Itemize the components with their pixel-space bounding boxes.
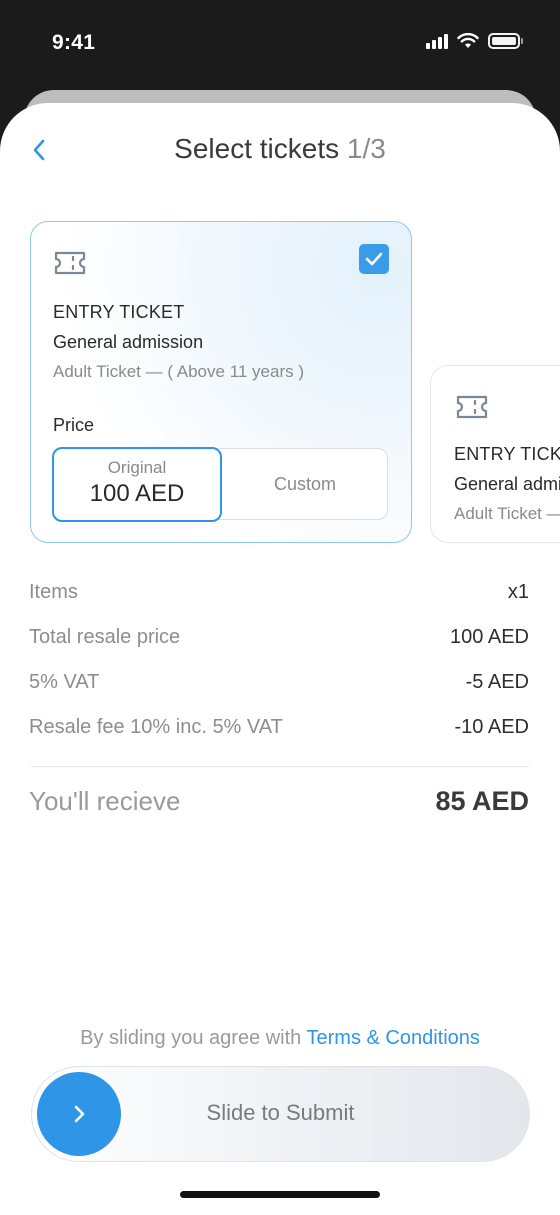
agreement-text: By sliding you agree with Terms & Condit… [0,1027,560,1050]
price-option-custom[interactable]: Custom [222,449,388,519]
total-label: You'll recieve [29,786,181,816]
ticket-type: ENTRY TICKET [454,444,560,464]
summary-row-total-resale: Total resale price 100 AED [29,626,529,671]
header: Select tickets 1/3 [0,103,560,198]
summary-row-items: Items x1 [29,581,529,626]
ticket-description: Adult Ticket — ( Above 11 years ) [454,504,560,523]
status-time: 9:41 [52,31,96,54]
summary-value: 100 AED [450,626,529,648]
total-value: 85 AED [435,786,529,816]
page-title: Select tickets 1/3 [0,133,560,165]
original-label: Original [107,458,167,477]
ticket-card[interactable]: ENTRY TICKET General admission Adult Tic… [30,221,412,543]
bottom-sheet: Select tickets 1/3 ENTRY TICKET General … [0,103,560,1215]
price-summary: Items x1 Total resale price 100 AED 5% V… [29,581,529,761]
check-icon [365,252,383,266]
ticket-icon [54,251,86,275]
summary-value: x1 [507,581,529,603]
battery-icon [488,33,523,49]
original-value: 100 AED [89,480,185,507]
summary-divider [31,766,529,767]
ticket-description: Adult Ticket — ( Above 11 years ) [53,362,305,381]
ticket-admission: General admission [53,332,204,352]
summary-row-vat: 5% VAT -5 AED [29,671,529,716]
summary-value: -10 AED [454,716,529,738]
summary-row-resale-fee: Resale fee 10% inc. 5% VAT -10 AED [29,716,529,761]
agreement-prefix: By sliding you agree with [80,1027,302,1049]
slide-to-submit[interactable]: Slide to Submit [31,1066,530,1162]
summary-value: -5 AED [465,671,529,693]
ticket-admission: General admission [454,474,560,494]
summary-label: Items [29,581,78,603]
home-indicator [180,1191,380,1198]
terms-link[interactable]: Terms & Conditions [307,1027,480,1049]
status-bar: 9:41 [0,0,560,90]
price-option-original[interactable]: Original 100 AED [52,447,222,522]
price-label: Price [53,415,95,435]
summary-total: You'll recieve 85 AED [29,786,529,826]
step-indicator: 1/3 [346,133,386,164]
ticket-card-next[interactable]: ENTRY TICKET General admission Adult Tic… [430,365,560,543]
ticket-icon [456,395,488,419]
ticket-checkbox[interactable] [359,244,389,274]
ticket-type: ENTRY TICKET [53,302,185,322]
signal-icon [426,33,448,49]
status-icons [426,33,523,49]
chevron-right-icon [74,1105,85,1123]
summary-label: Total resale price [29,626,181,648]
wifi-icon [457,33,479,48]
price-toggle: Original 100 AED Custom [52,447,388,522]
summary-label: Resale fee 10% inc. 5% VAT [29,716,283,738]
slider-handle[interactable] [37,1072,121,1156]
summary-label: 5% VAT [29,671,100,693]
page-title-text: Select tickets [174,133,340,164]
